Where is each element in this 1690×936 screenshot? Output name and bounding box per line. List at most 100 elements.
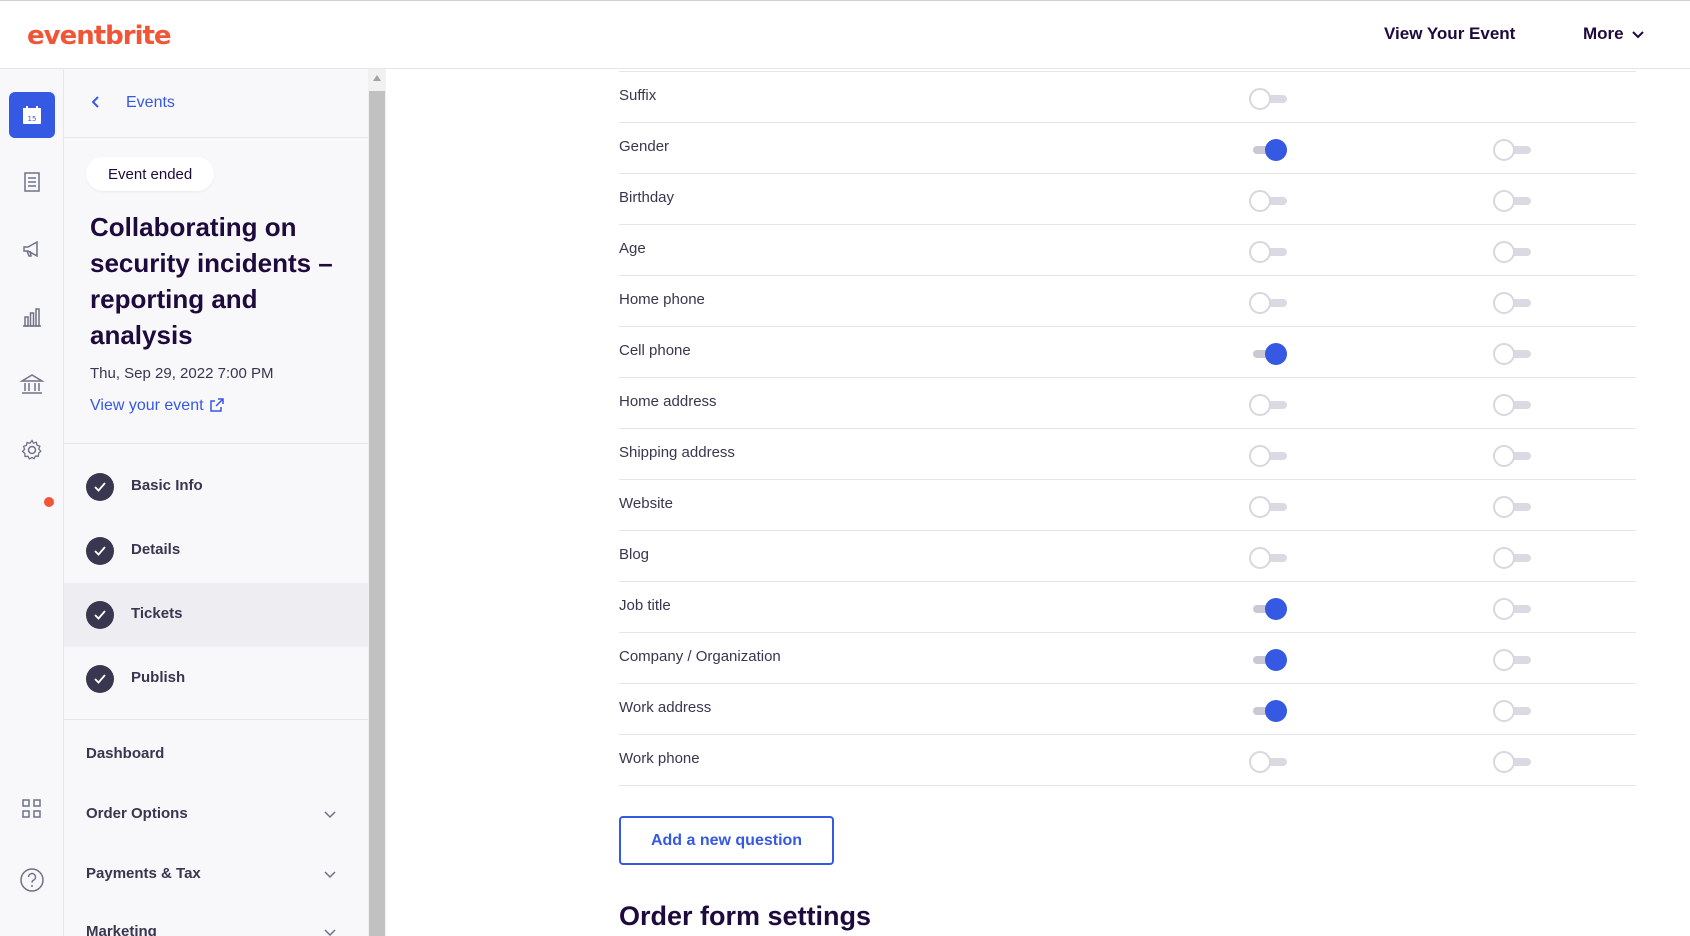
step-basic-info[interactable]: Basic Info <box>64 455 368 519</box>
more-label: More <box>1583 24 1624 43</box>
view-your-event-link[interactable]: View Your Event <box>1384 24 1515 44</box>
orders-icon[interactable] <box>9 159 55 205</box>
require-toggle[interactable] <box>1493 496 1531 518</box>
question-row: Home phone <box>619 276 1636 327</box>
include-toggle[interactable] <box>1249 343 1287 365</box>
require-toggle[interactable] <box>1493 241 1531 263</box>
nav-order-options[interactable]: Order Options <box>86 805 188 822</box>
toggle-knob <box>1249 241 1271 263</box>
more-menu[interactable]: More <box>1583 24 1644 44</box>
finance-icon[interactable] <box>9 361 55 407</box>
question-label: Website <box>619 495 673 512</box>
require-toggle[interactable] <box>1493 598 1531 620</box>
include-toggle[interactable] <box>1249 292 1287 314</box>
view-your-event-sidebar-link[interactable]: View your event <box>90 397 224 415</box>
question-label: Suffix <box>619 87 657 104</box>
question-label: Gender <box>619 138 670 155</box>
toggle-knob <box>1493 394 1515 416</box>
icon-rail: 15 <box>0 69 64 936</box>
include-toggle[interactable] <box>1249 88 1287 110</box>
include-toggle[interactable] <box>1249 139 1287 161</box>
include-toggle[interactable] <box>1249 700 1287 722</box>
step-label: Publish <box>131 669 186 686</box>
include-toggle[interactable] <box>1249 394 1287 416</box>
divider <box>64 443 368 444</box>
megaphone-icon[interactable] <box>9 226 55 272</box>
require-toggle[interactable] <box>1493 139 1531 161</box>
toggle-knob <box>1265 598 1287 620</box>
event-title: Collaborating on security incidents – re… <box>90 212 333 350</box>
view-link-label: View your event <box>90 397 204 414</box>
require-toggle[interactable] <box>1493 649 1531 671</box>
back-to-events[interactable]: Events <box>64 69 368 138</box>
question-row: Work address <box>619 684 1636 735</box>
add-new-question-button[interactable]: Add a new question <box>619 816 834 865</box>
notification-dot <box>44 497 54 507</box>
eventbrite-logo[interactable]: eventbrite <box>27 21 172 51</box>
calendar-icon[interactable]: 15 <box>9 92 55 138</box>
question-label: Age <box>619 240 646 257</box>
chevron-down-icon[interactable] <box>324 871 336 879</box>
step-tickets[interactable]: Tickets <box>64 583 368 647</box>
question-label: Company / Organization <box>619 648 781 665</box>
nav-marketing[interactable]: Marketing <box>86 923 157 936</box>
require-toggle[interactable] <box>1493 190 1531 212</box>
toggle-knob <box>1493 649 1515 671</box>
include-toggle[interactable] <box>1249 547 1287 569</box>
require-toggle[interactable] <box>1493 292 1531 314</box>
help-icon[interactable] <box>9 857 55 903</box>
question-label: Home phone <box>619 291 705 308</box>
toggle-knob <box>1249 445 1271 467</box>
question-label: Shipping address <box>619 444 735 461</box>
require-toggle[interactable] <box>1493 445 1531 467</box>
question-row: Suffix <box>619 72 1636 123</box>
back-label: Events <box>126 94 175 111</box>
question-label: Work phone <box>619 750 700 767</box>
include-toggle[interactable] <box>1249 445 1287 467</box>
require-toggle[interactable] <box>1493 394 1531 416</box>
nav-payments-tax[interactable]: Payments & Tax <box>86 865 201 882</box>
toggle-knob <box>1493 241 1515 263</box>
scroll-up-arrow-icon[interactable] <box>373 75 381 81</box>
chevron-down-icon[interactable] <box>324 811 336 819</box>
check-icon <box>86 537 114 565</box>
order-form-settings-heading: Order form settings <box>619 901 872 931</box>
reports-icon[interactable] <box>9 294 55 340</box>
require-toggle[interactable] <box>1493 547 1531 569</box>
step-label: Tickets <box>131 605 183 622</box>
question-label: Birthday <box>619 189 675 206</box>
external-link-icon <box>209 398 224 412</box>
toggle-knob <box>1265 139 1287 161</box>
require-toggle[interactable] <box>1493 751 1531 773</box>
toggle-knob <box>1249 547 1271 569</box>
chevron-left-icon <box>92 96 99 108</box>
step-publish[interactable]: Publish <box>64 647 368 711</box>
calendar-day: 15 <box>28 115 37 123</box>
settings-icon[interactable] <box>9 427 55 473</box>
step-details[interactable]: Details <box>64 519 368 583</box>
include-toggle[interactable] <box>1249 190 1287 212</box>
sidebar-scrollbar[interactable] <box>368 69 386 936</box>
include-toggle[interactable] <box>1249 496 1287 518</box>
question-row: Shipping address <box>619 429 1636 480</box>
toggle-knob <box>1493 445 1515 467</box>
include-toggle[interactable] <box>1249 649 1287 671</box>
chevron-down-icon[interactable] <box>324 929 336 936</box>
include-toggle[interactable] <box>1249 241 1287 263</box>
nav-dashboard[interactable]: Dashboard <box>86 745 164 762</box>
top-header: eventbrite View Your Event More <box>0 0 1690 69</box>
require-toggle[interactable] <box>1493 343 1531 365</box>
scroll-thumb[interactable] <box>369 91 385 936</box>
divider <box>64 719 368 720</box>
question-label: Cell phone <box>619 342 691 359</box>
include-toggle[interactable] <box>1249 751 1287 773</box>
check-icon <box>86 473 114 501</box>
include-toggle[interactable] <box>1249 598 1287 620</box>
question-row: Company / Organization <box>619 633 1636 684</box>
toggle-knob <box>1493 190 1515 212</box>
require-toggle[interactable] <box>1493 700 1531 722</box>
step-label: Basic Info <box>131 477 203 494</box>
question-row: Birthday <box>619 174 1636 225</box>
apps-icon[interactable] <box>9 786 55 832</box>
toggle-knob <box>1249 394 1271 416</box>
